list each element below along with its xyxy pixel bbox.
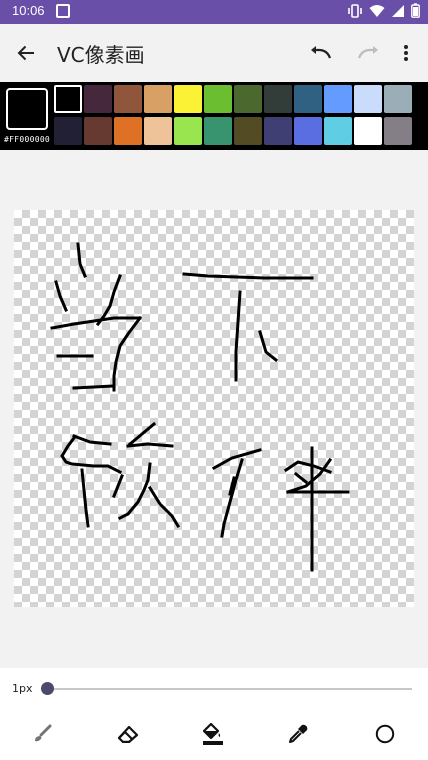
palette-swatch[interactable]: [84, 117, 112, 145]
palette-swatch[interactable]: [174, 117, 202, 145]
eraser-icon: [117, 725, 139, 743]
palette-swatch[interactable]: [294, 117, 322, 145]
circle-icon: [375, 724, 395, 744]
app-bar: VC像素画: [0, 24, 428, 82]
fill-icon: [203, 723, 223, 745]
palette-swatch[interactable]: [384, 85, 412, 113]
back-button[interactable]: [2, 24, 50, 82]
palette-swatch[interactable]: [324, 117, 352, 145]
back-arrow-icon: [17, 45, 34, 61]
current-color-hex: #FF000000: [4, 135, 51, 144]
status-icons: [347, 3, 420, 18]
palette-swatch[interactable]: [204, 85, 232, 113]
palette-swatch[interactable]: [234, 117, 262, 145]
status-bar: 10:06: [0, 0, 428, 24]
palette-swatch[interactable]: [354, 85, 382, 113]
palette-swatch[interactable]: [54, 85, 82, 113]
palette-swatch[interactable]: [264, 117, 292, 145]
more-vert-icon: [404, 45, 408, 61]
palette-swatch[interactable]: [114, 85, 142, 113]
pixel-drawing: [50, 242, 350, 572]
brush-size-slider-thumb[interactable]: [41, 682, 54, 695]
palette-swatch[interactable]: [294, 85, 322, 113]
palette-swatch[interactable]: [144, 85, 172, 113]
palette-swatch[interactable]: [354, 117, 382, 145]
notification-icon: [56, 4, 70, 18]
drawing-canvas[interactable]: [14, 210, 414, 607]
shape-tool-button[interactable]: [363, 714, 407, 754]
palette-swatch[interactable]: [114, 117, 142, 145]
tool-row: [0, 714, 428, 754]
wifi-icon: [369, 4, 385, 17]
palette-swatch-grid: [54, 85, 412, 145]
status-time: 10:06: [12, 3, 45, 18]
brush-tool-button[interactable]: [20, 714, 64, 754]
page-title: VC像素画: [57, 43, 145, 67]
undo-button[interactable]: [297, 24, 345, 82]
battery-icon: [411, 3, 420, 18]
signal-icon: [392, 4, 404, 17]
eyedropper-icon: [289, 724, 308, 743]
palette-swatch[interactable]: [324, 85, 352, 113]
palette-swatch[interactable]: [204, 117, 232, 145]
bottom-toolbar: 1px: [0, 668, 428, 760]
palette-swatch[interactable]: [384, 117, 412, 145]
vibrate-icon: [348, 3, 362, 18]
brush-size-slider[interactable]: [46, 688, 412, 690]
brush-icon: [35, 724, 52, 742]
palette-swatch[interactable]: [234, 85, 262, 113]
brush-size-label: 1px: [12, 682, 33, 695]
palette-swatch[interactable]: [54, 117, 82, 145]
fill-tool-button[interactable]: [191, 714, 235, 754]
more-options-button[interactable]: [382, 24, 428, 82]
eyedropper-tool-button[interactable]: [276, 714, 320, 754]
color-palette: #FF000000: [0, 82, 428, 150]
palette-swatch[interactable]: [264, 85, 292, 113]
current-color-swatch[interactable]: [6, 88, 48, 130]
palette-swatch[interactable]: [84, 85, 112, 113]
undo-icon: [311, 46, 332, 59]
palette-swatch[interactable]: [144, 117, 172, 145]
palette-swatch[interactable]: [174, 85, 202, 113]
redo-icon: [357, 46, 378, 59]
eraser-tool-button[interactable]: [106, 714, 150, 754]
